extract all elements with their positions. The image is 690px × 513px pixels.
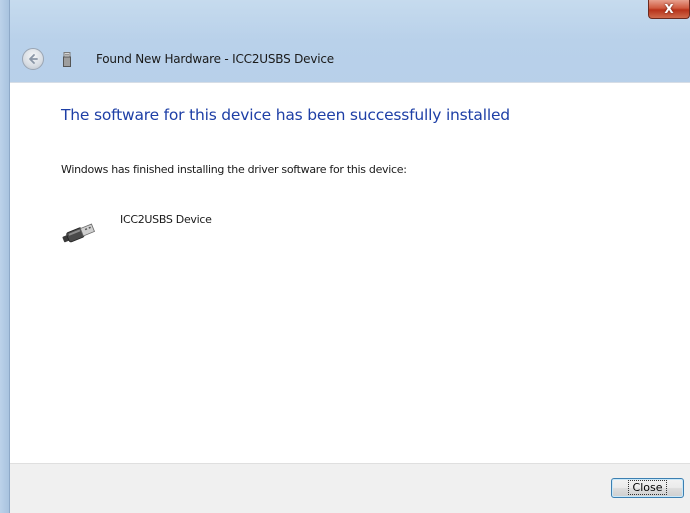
title-bar[interactable]: X (9, 0, 690, 32)
usb-device-icon (63, 52, 71, 67)
footer-bar: Close (10, 463, 690, 513)
usb-plug-icon (62, 223, 95, 243)
close-icon: X (664, 2, 674, 16)
wizard-header: Found New Hardware - ICC2USBS Device (9, 36, 690, 81)
status-message: Windows has finished installing the driv… (61, 163, 407, 176)
window-close-button[interactable]: X (648, 0, 690, 19)
device-name: ICC2USBS Device (120, 213, 212, 226)
wizard-title: Found New Hardware - ICC2USBS Device (96, 52, 334, 66)
back-arrow-icon (29, 54, 38, 64)
close-button[interactable]: Close (611, 478, 684, 498)
wizard-window: X Found New Hardware - ICC2USBS Device T… (0, 0, 690, 513)
content-panel: The software for this device has been su… (10, 82, 690, 464)
close-button-label: Close (627, 480, 668, 495)
page-heading: The software for this device has been su… (61, 106, 510, 124)
back-button[interactable] (22, 48, 44, 70)
